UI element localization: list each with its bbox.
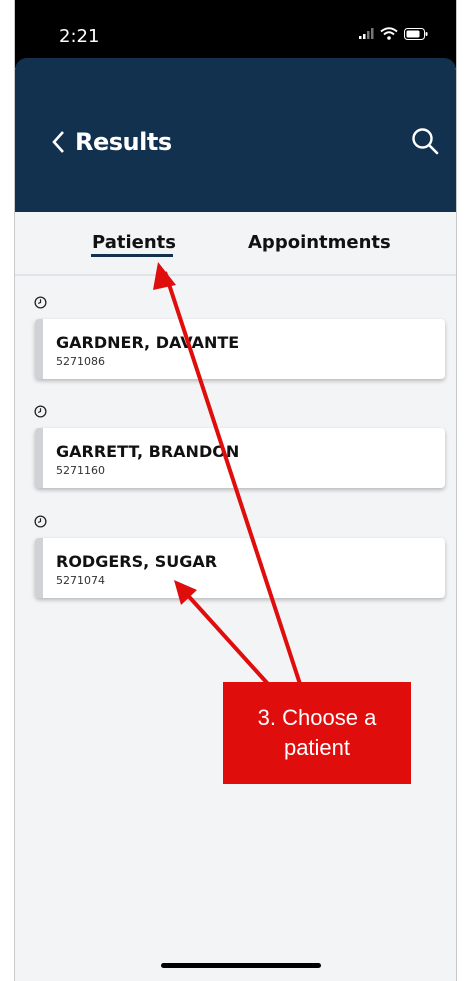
wifi-icon xyxy=(380,27,398,40)
patient-id: 5271074 xyxy=(56,574,105,587)
patient-name: RODGERS, SUGAR xyxy=(56,552,218,571)
back-button[interactable]: Results xyxy=(51,128,172,156)
status-icons xyxy=(358,27,428,40)
active-tab-indicator xyxy=(91,254,173,257)
chevron-left-icon xyxy=(52,131,64,153)
tab-appointments[interactable]: Appointments xyxy=(248,232,391,253)
back-label: Results xyxy=(75,128,172,156)
clock-icon xyxy=(34,405,47,418)
patient-card[interactable]: RODGERS, SUGAR 5271074 xyxy=(35,538,445,598)
clock-icon xyxy=(34,296,47,309)
patient-name: GARRETT, BRANDON xyxy=(56,442,240,461)
home-indicator xyxy=(161,963,321,968)
patient-card[interactable]: GARDNER, DAVANTE 5271086 xyxy=(35,319,445,379)
annotation-line-1: 3. Choose a xyxy=(257,705,377,730)
tab-bar: Patients Appointments xyxy=(15,212,456,276)
status-time: 2:21 xyxy=(59,26,100,47)
signal-icon xyxy=(359,27,374,39)
patient-id: 5271086 xyxy=(56,355,105,368)
app-header: Results xyxy=(15,58,456,212)
search-button[interactable] xyxy=(410,126,440,161)
tab-patients[interactable]: Patients xyxy=(92,232,176,253)
patient-id: 5271160 xyxy=(56,464,105,477)
phone-screen: 2:21 Results Patients Appointments GARDN… xyxy=(14,0,457,981)
patient-card[interactable]: GARRETT, BRANDON 5271160 xyxy=(35,428,445,488)
battery-icon xyxy=(404,27,428,40)
clock-icon xyxy=(34,515,47,528)
annotation-callout: 3. Choose a patient xyxy=(223,682,411,784)
search-icon xyxy=(412,128,439,155)
annotation-line-2: patient xyxy=(283,735,351,760)
patient-name: GARDNER, DAVANTE xyxy=(56,333,240,352)
